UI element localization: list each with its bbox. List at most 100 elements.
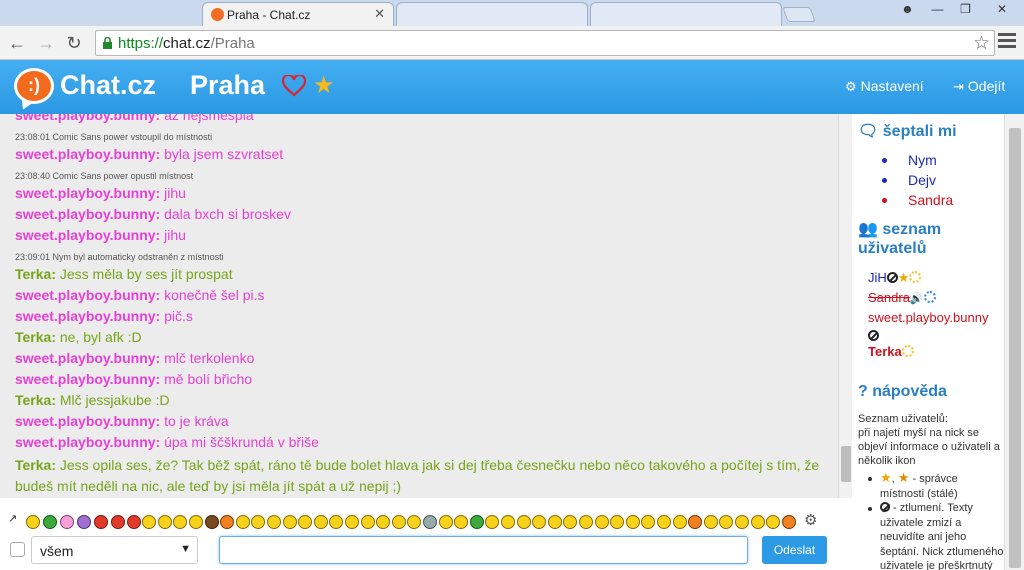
emoticon-laugh-icon[interactable] xyxy=(376,515,391,529)
sidebar-scrollbar[interactable] xyxy=(1004,114,1024,570)
emoticon-smile-icon[interactable] xyxy=(672,515,687,529)
favorite-star-icon[interactable]: ★ xyxy=(313,74,335,98)
emoticon-evil-icon[interactable] xyxy=(126,515,141,529)
whisper-item[interactable]: Nym xyxy=(908,152,937,168)
send-button[interactable]: Odeslat xyxy=(762,536,827,564)
emoticon-cool-icon[interactable] xyxy=(594,515,609,529)
message-nick[interactable]: sweet.playboy.bunny: xyxy=(15,114,160,123)
emoticon-laugh-icon[interactable] xyxy=(157,515,172,529)
emoticon-devil2-icon[interactable] xyxy=(111,515,125,529)
emoticon-smile-icon[interactable] xyxy=(313,515,328,529)
message-nick[interactable]: Terka: xyxy=(15,457,56,473)
emoticon-smile-icon[interactable] xyxy=(719,515,734,529)
emoticon-settings-gear-icon[interactable]: ⚙ xyxy=(804,511,817,529)
minimize-icon[interactable]: — xyxy=(924,0,951,19)
message-scrollbar[interactable] xyxy=(838,114,852,498)
message-nick[interactable]: Terka: xyxy=(15,266,56,282)
user-item-jih[interactable]: JiH ★ xyxy=(868,270,922,286)
message-nick[interactable]: sweet.playboy.bunny: xyxy=(15,413,160,429)
message-input[interactable] xyxy=(219,536,748,564)
emoticon-smile-icon[interactable] xyxy=(532,515,547,529)
browser-tab-praha[interactable]: Praha - Chat.cz ✕ xyxy=(202,2,394,26)
emoticon-smile-icon[interactable] xyxy=(735,515,749,529)
emoticon-devil-icon[interactable] xyxy=(94,515,108,529)
emoticon-smile-icon[interactable] xyxy=(610,515,625,529)
emoticon-smile-icon[interactable] xyxy=(563,515,578,529)
browser-menu-icon[interactable] xyxy=(998,33,1016,51)
message-nick[interactable]: sweet.playboy.bunny: xyxy=(15,227,160,243)
emoticon-smile-icon[interactable] xyxy=(766,515,781,529)
sidebar-scrollbar-thumb[interactable] xyxy=(1009,128,1021,568)
message-nick[interactable]: sweet.playboy.bunny: xyxy=(15,206,160,222)
emoticon-smile-icon[interactable] xyxy=(329,515,344,529)
emoticon-smile-icon[interactable] xyxy=(750,515,765,529)
mute-icon[interactable] xyxy=(868,330,879,341)
emoticon-sun-icon[interactable] xyxy=(220,515,235,529)
recipient-select[interactable]: všem ▼ xyxy=(31,536,198,564)
whisper-checkbox[interactable] xyxy=(10,542,25,557)
close-tab-icon[interactable]: ✕ xyxy=(374,6,385,22)
emoticon-smile-icon[interactable] xyxy=(579,515,593,529)
emoticon-dog-icon[interactable] xyxy=(688,515,703,529)
emoticon-smile-icon[interactable] xyxy=(454,515,469,529)
message-nick[interactable]: sweet.playboy.bunny: xyxy=(15,308,160,324)
emoticon-cool-icon[interactable] xyxy=(391,515,406,529)
emoticon-orange-icon[interactable] xyxy=(781,515,796,529)
back-arrow-icon[interactable]: ← xyxy=(6,32,28,54)
emoticon-smile-icon[interactable] xyxy=(407,515,422,529)
reload-icon[interactable]: ↻ xyxy=(63,32,85,54)
message-nick[interactable]: Terka: xyxy=(15,329,56,345)
emoticon-arrow-icon[interactable]: ↗ xyxy=(8,512,17,525)
emoticon-pink-icon[interactable] xyxy=(60,515,74,529)
emoticon-smile-icon[interactable] xyxy=(501,515,515,529)
emoticon-smile-icon[interactable] xyxy=(657,515,671,529)
message-nick[interactable]: sweet.playboy.bunny: xyxy=(15,350,160,366)
emoticon-smile-icon[interactable] xyxy=(547,515,562,529)
settings-link[interactable]: ⚙ Nastavení xyxy=(845,78,924,95)
emoticon-sick-icon[interactable] xyxy=(469,515,484,529)
emoticon-creeper-icon[interactable] xyxy=(43,515,57,529)
forward-arrow-icon[interactable]: → xyxy=(35,32,57,54)
browser-tab-empty-1[interactable] xyxy=(396,2,588,26)
whisper-item[interactable]: Dejv xyxy=(908,172,936,188)
logout-link[interactable]: ⇥ Odejít xyxy=(953,78,1005,95)
emoticon-wink-icon[interactable] xyxy=(235,515,250,529)
emoticon-cool-icon[interactable] xyxy=(641,515,656,529)
emoticon-smile-icon[interactable] xyxy=(625,515,640,529)
emoticon-grin-icon[interactable] xyxy=(173,515,188,529)
message-nick[interactable]: sweet.playboy.bunny: xyxy=(15,287,160,303)
user-item-sandra[interactable]: Sandra🔊 xyxy=(868,290,936,305)
emoticon-alien-icon[interactable] xyxy=(423,515,437,529)
emoticon-cool-icon[interactable] xyxy=(282,515,297,529)
emoticon-smile-icon[interactable] xyxy=(142,515,157,529)
message-scrollbar-thumb[interactable] xyxy=(841,446,851,482)
new-tab-button[interactable] xyxy=(782,7,816,22)
message-nick[interactable]: sweet.playboy.bunny: xyxy=(15,434,160,450)
profile-icon[interactable]: ☻ xyxy=(894,0,921,19)
chatcz-logo-icon[interactable]: :) xyxy=(14,68,54,104)
message-nick[interactable]: sweet.playboy.bunny: xyxy=(15,146,160,162)
user-item-sweet-playboy-bunny[interactable]: sweet.playboy.bunny xyxy=(868,310,988,325)
whisper-item[interactable]: Sandra xyxy=(908,192,953,208)
emoticon-smile-icon[interactable] xyxy=(485,515,500,529)
emoticon-smile-icon[interactable] xyxy=(189,515,203,529)
emoticon-smile-icon[interactable] xyxy=(345,515,359,529)
user-item-terka[interactable]: Terka xyxy=(868,344,914,359)
emoticon-pink2-icon[interactable] xyxy=(77,515,91,529)
close-window-icon[interactable]: ✕ xyxy=(984,0,1020,19)
restore-icon[interactable]: ❐ xyxy=(952,0,979,19)
mute-icon[interactable] xyxy=(886,272,898,283)
browser-tab-empty-2[interactable] xyxy=(590,2,782,26)
brand-name[interactable]: Chat.cz xyxy=(60,70,156,101)
bookmark-star-icon[interactable]: ☆ xyxy=(973,32,990,55)
emoticon-smile-icon[interactable] xyxy=(438,515,453,529)
emoticon-poop-icon[interactable] xyxy=(204,515,219,529)
emoticon-smile-icon[interactable] xyxy=(251,515,266,529)
address-bar[interactable]: https://chat.cz/Praha ☆ xyxy=(95,30,995,56)
emoticon-grin-icon[interactable] xyxy=(298,515,313,529)
message-nick[interactable]: sweet.playboy.bunny: xyxy=(15,371,160,387)
user-item-mute[interactable] xyxy=(868,328,879,343)
message-nick[interactable]: Terka: xyxy=(15,392,56,408)
emoticon-smile-icon[interactable] xyxy=(516,515,531,529)
emoticon-smile-icon[interactable] xyxy=(360,515,375,529)
